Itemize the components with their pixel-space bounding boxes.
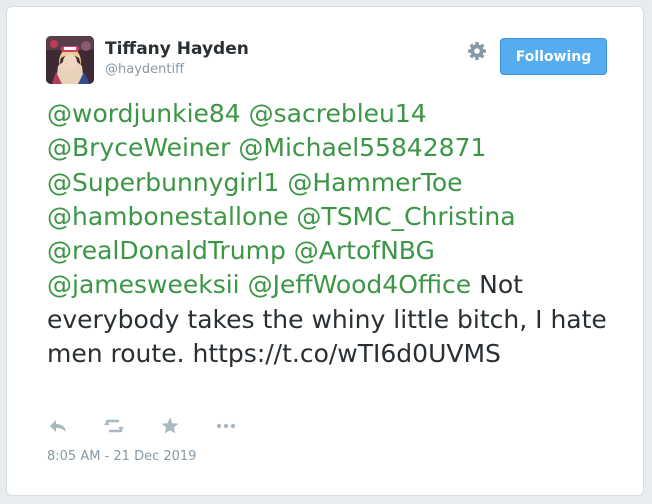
following-button[interactable]: Following bbox=[500, 38, 607, 75]
star-icon[interactable] bbox=[159, 415, 181, 437]
user-handle[interactable]: @haydentiff bbox=[105, 62, 184, 77]
tweet-card: Tiffany Hayden @haydentiff Following @wo… bbox=[6, 6, 644, 496]
mention-link[interactable]: @BryceWeiner bbox=[47, 133, 230, 162]
mention-link[interactable]: @JeffWood4Office bbox=[248, 270, 472, 299]
retweet-icon[interactable] bbox=[103, 415, 125, 437]
tweet-text: @wordjunkie84 @sacrebleu14 @BryceWeiner … bbox=[47, 97, 617, 371]
mention-link[interactable]: @Michael55842871 bbox=[238, 133, 486, 162]
gear-icon[interactable] bbox=[467, 41, 487, 61]
user-name[interactable]: Tiffany Hayden bbox=[105, 39, 249, 59]
more-icon[interactable] bbox=[215, 415, 237, 437]
avatar-image bbox=[46, 36, 94, 84]
mention-link[interactable]: @realDonaldTrump bbox=[47, 236, 286, 265]
mention-link[interactable]: @hambonestallone bbox=[47, 202, 288, 231]
tweet-link[interactable]: https://t.co/wTI6d0UVMS bbox=[192, 339, 500, 368]
mention-link[interactable]: @ArtofNBG bbox=[294, 236, 435, 265]
mention-link[interactable]: @jamesweeksii bbox=[47, 270, 240, 299]
mention-link[interactable]: @TSMC_Christina bbox=[296, 202, 515, 231]
mention-link[interactable]: @sacrebleu14 bbox=[249, 99, 427, 128]
reply-icon[interactable] bbox=[47, 415, 69, 437]
avatar[interactable] bbox=[46, 36, 94, 84]
mention-link[interactable]: @HammerToe bbox=[287, 168, 462, 197]
mention-link[interactable]: @wordjunkie84 bbox=[47, 99, 241, 128]
mention-link[interactable]: @Superbunnygirl1 bbox=[47, 168, 279, 197]
tweet-timestamp[interactable]: 8:05 AM - 21 Dec 2019 bbox=[47, 449, 196, 464]
